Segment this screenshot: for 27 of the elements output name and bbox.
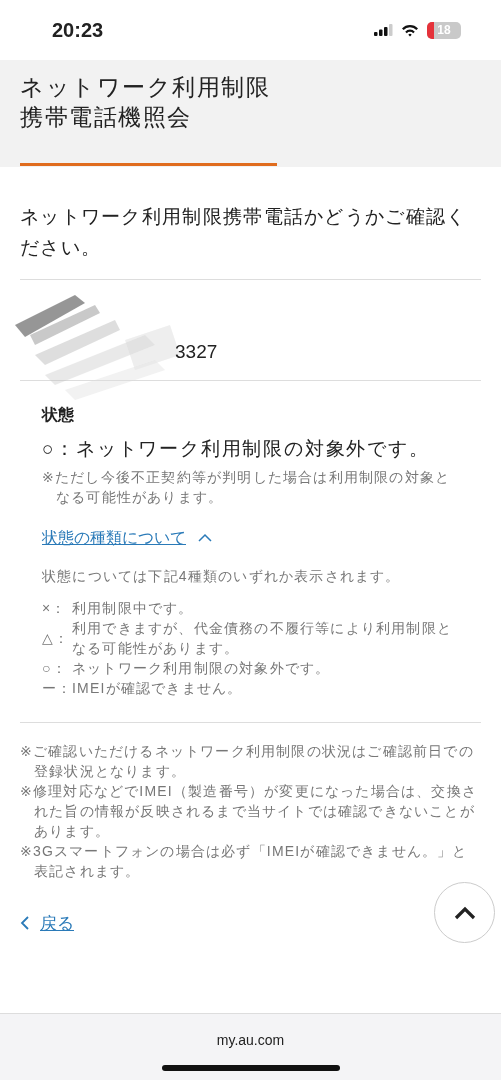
status-note: ※ただし今後不正契約等が判明した場合は利用制限の対象となる可能性があります。	[42, 467, 452, 507]
back-link[interactable]: 戻る	[40, 910, 74, 936]
types-intro: 状態については下記4種類のいずれか表示されます。	[42, 566, 402, 586]
status-symbol: ×：	[42, 598, 68, 618]
status-description: 利用できますが、代金債務の不履行等により利用制限となる可能性があります。	[72, 618, 453, 658]
status-description: ネットワーク利用制限の対象外です。	[72, 658, 331, 678]
types-link[interactable]: 状態の種類について	[42, 525, 186, 550]
status-description: IMEIが確認できません。	[72, 678, 243, 698]
url-text: my.au.com	[215, 1031, 286, 1050]
note-text: ※ご確認いただけるネットワーク利用制限の状況はご確認前日での登録状況となります。	[20, 741, 475, 781]
chevron-left-icon[interactable]	[20, 915, 30, 932]
page-title: ネットワーク利用制限 携帯電話機照会	[20, 73, 271, 132]
status-label: 状態	[42, 405, 75, 425]
status-time: 20:23	[52, 18, 104, 43]
wifi-icon	[401, 23, 419, 37]
imei-number: 3327	[175, 340, 218, 364]
signal-icon	[374, 24, 393, 36]
note-text: ※修理対応などでIMEI（製造番号）が変更になった場合は、交換された旨の情報が反映されるまで当サイトでは確認できないことがあります。	[20, 781, 478, 841]
note-text: ※3Gスマートフォンの場合は必ず「IMEIが確認できません。」と表記されます。	[20, 841, 469, 881]
caret-icon[interactable]	[198, 533, 212, 544]
intro-text: ネットワーク利用制限携帯電話かどうかご確認ください。	[20, 205, 468, 260]
status-symbol: △：	[42, 628, 71, 648]
status-symbol: ○：	[42, 658, 68, 678]
status-result: ○：ネットワーク利用制限の対象外です。	[42, 437, 431, 461]
status-description: 利用制限中です。	[72, 598, 194, 618]
chevron-up-icon	[453, 905, 476, 920]
status-symbol: ー：	[42, 678, 72, 698]
